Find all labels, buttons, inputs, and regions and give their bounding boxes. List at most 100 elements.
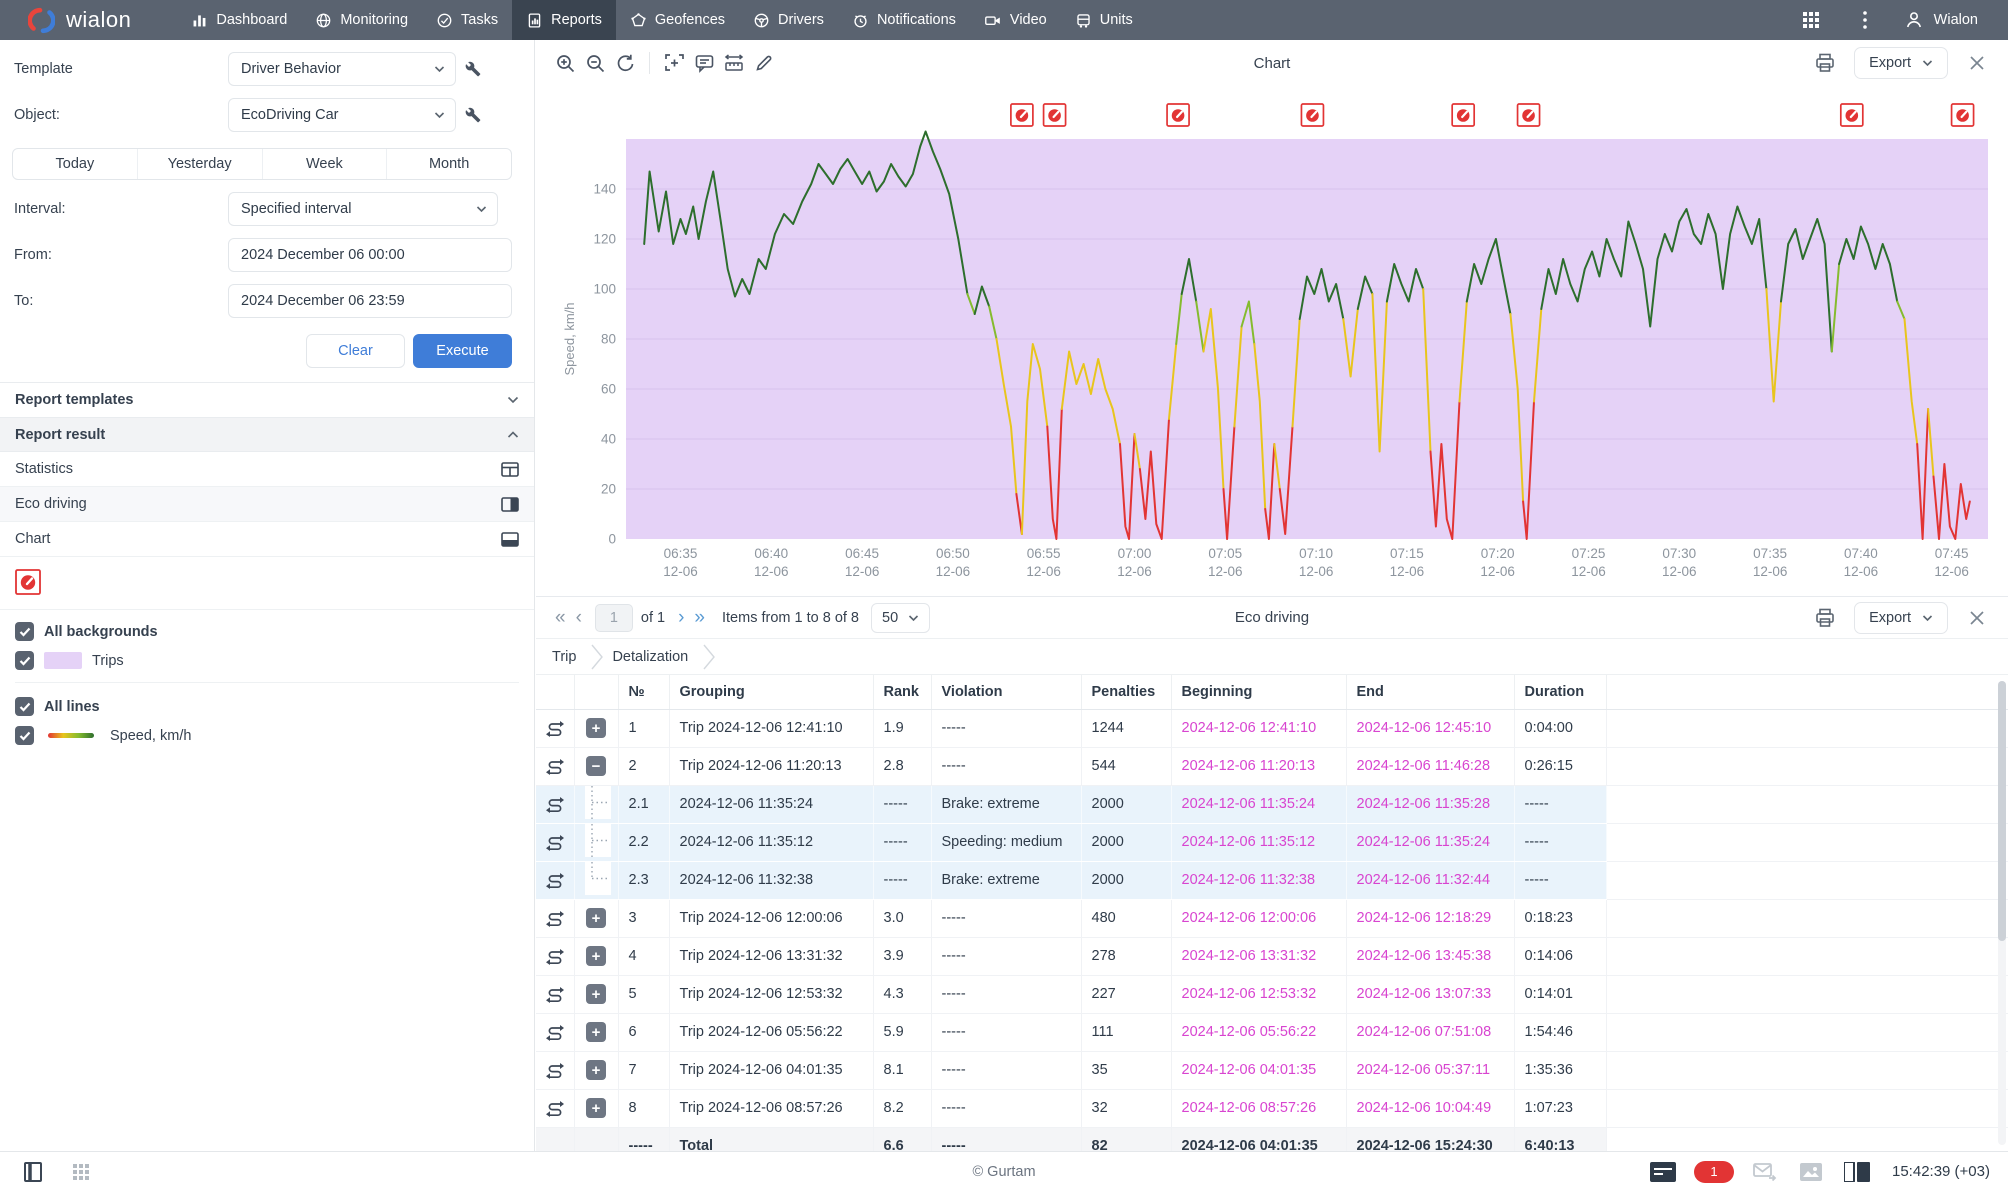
- show-track-icon[interactable]: [546, 872, 564, 889]
- speed-checkbox[interactable]: [15, 726, 34, 745]
- expand-row-button[interactable]: +: [586, 1022, 606, 1042]
- cell-beginning[interactable]: 2024-12-06 13:31:32: [1171, 937, 1347, 976]
- table-subrow[interactable]: 2.1 2024-12-06 11:35:24 ----- Brake: extrem…: [536, 785, 2008, 824]
- template-select[interactable]: Driver Behavior: [228, 52, 456, 86]
- table-row[interactable]: +7 Trip 2024-12-06 04:01:35 8.1 ----- 35 2024…: [536, 1051, 2008, 1090]
- page-input[interactable]: 1: [594, 603, 633, 632]
- media-icon[interactable]: [1796, 1157, 1826, 1187]
- column-header[interactable]: Grouping: [669, 675, 874, 710]
- template-settings-button[interactable]: [456, 52, 490, 86]
- to-input[interactable]: 2024 December 06 23:59: [228, 284, 512, 318]
- fit-selection-icon[interactable]: [659, 48, 689, 78]
- ruler-icon[interactable]: [719, 48, 749, 78]
- table-row[interactable]: +1 Trip 2024-12-06 12:41:10 1.9 ----- 1244 20…: [536, 709, 2008, 748]
- cell-end[interactable]: 2024-12-06 12:18:29: [1346, 899, 1515, 938]
- cell-beginning[interactable]: 2024-12-06 11:35:12: [1171, 823, 1347, 862]
- speed-chart[interactable]: 0 20 40 60 80 100 120 140 Speed, km/h 06:35 12-06 0…: [536, 86, 2008, 595]
- table-row[interactable]: +8 Trip 2024-12-06 08:57:26 8.2 ----- 32 2024…: [536, 1089, 2008, 1128]
- cell-beginning[interactable]: 2024-12-06 11:35:24: [1171, 785, 1347, 824]
- table-subrow[interactable]: 2.2 2024-12-06 11:35:12 ----- Speeding: med…: [536, 823, 2008, 862]
- show-track-icon[interactable]: [546, 834, 564, 851]
- cell-end[interactable]: 2024-12-06 07:51:08: [1346, 1013, 1515, 1052]
- scrollbar-thumb[interactable]: [1998, 681, 2006, 941]
- nav-item-tasks[interactable]: Tasks: [422, 0, 512, 40]
- apps-grid-icon[interactable]: [1796, 5, 1826, 35]
- expand-row-button[interactable]: +: [586, 718, 606, 738]
- column-header[interactable]: Beginning: [1171, 675, 1347, 710]
- nav-item-geofences[interactable]: Geofences: [616, 0, 739, 40]
- object-settings-button[interactable]: [456, 98, 490, 132]
- violation-marker-icon[interactable]: [1839, 103, 1864, 127]
- tooltip-icon[interactable]: [689, 48, 719, 78]
- report-templates-section[interactable]: Report templates: [0, 382, 534, 417]
- breadcrumb-detalization[interactable]: Detalization: [610, 649, 696, 665]
- show-track-icon[interactable]: [546, 720, 564, 737]
- table-row[interactable]: +3 Trip 2024-12-06 12:00:06 3.0 ----- 480 202…: [536, 899, 2008, 938]
- show-track-icon[interactable]: [546, 1100, 564, 1117]
- violation-marker-icon[interactable]: [1451, 103, 1476, 127]
- cell-beginning[interactable]: 2024-12-06 04:01:35: [1171, 1051, 1347, 1090]
- table-close-icon[interactable]: [1962, 603, 1992, 633]
- edit-pencil-icon[interactable]: [749, 48, 779, 78]
- toggle-left-panel-icon[interactable]: [18, 1157, 48, 1187]
- log-console-icon[interactable]: [1648, 1157, 1678, 1187]
- all-lines-checkbox[interactable]: [15, 697, 34, 716]
- expand-row-button[interactable]: +: [586, 946, 606, 966]
- result-item-eco-driving[interactable]: Eco driving: [0, 487, 534, 522]
- print-icon[interactable]: [1810, 603, 1840, 633]
- cell-beginning[interactable]: 2024-12-06 11:32:38: [1171, 861, 1347, 900]
- chart-close-icon[interactable]: [1962, 48, 1992, 78]
- notification-badge[interactable]: 1: [1694, 1160, 1734, 1183]
- user-menu[interactable]: Wialon: [1904, 10, 1978, 30]
- cell-end[interactable]: 2024-12-06 11:46:28: [1346, 747, 1515, 786]
- cell-beginning[interactable]: 2024-12-06 12:00:06: [1171, 899, 1347, 938]
- breadcrumb-trip[interactable]: Trip: [550, 649, 584, 665]
- last-page-button[interactable]: »: [689, 607, 710, 629]
- result-item-statistics[interactable]: Statistics: [0, 452, 534, 487]
- expand-row-button[interactable]: +: [586, 984, 606, 1004]
- cell-beginning[interactable]: 2024-12-06 12:53:32: [1171, 975, 1347, 1014]
- table-row[interactable]: +4 Trip 2024-12-06 13:31:32 3.9 ----- 278 202…: [536, 937, 2008, 976]
- execute-button[interactable]: Execute: [413, 334, 512, 368]
- nav-item-notifications[interactable]: Notifications: [838, 0, 970, 40]
- cell-end[interactable]: 2024-12-06 10:04:49: [1346, 1089, 1515, 1128]
- cell-beginning[interactable]: 2024-12-06 12:41:10: [1171, 709, 1347, 748]
- expand-row-button[interactable]: +: [586, 1060, 606, 1080]
- first-page-button[interactable]: «: [550, 607, 571, 629]
- nav-item-dashboard[interactable]: Dashboard: [177, 0, 301, 40]
- nav-item-reports[interactable]: Reports: [512, 0, 616, 40]
- quick-range-yesterday[interactable]: Yesterday: [138, 149, 263, 179]
- table-row[interactable]: −2 Trip 2024-12-06 11:20:13 2.8 ----- 544 202…: [536, 747, 2008, 786]
- chart-export-button[interactable]: Export: [1854, 47, 1948, 79]
- column-header[interactable]: End: [1346, 675, 1515, 710]
- show-track-icon[interactable]: [546, 1024, 564, 1041]
- nav-item-monitoring[interactable]: Monitoring: [301, 0, 422, 40]
- violation-marker-icon[interactable]: [1166, 103, 1190, 127]
- page-size-select[interactable]: 50: [871, 602, 931, 633]
- violation-marker-icon[interactable]: [1516, 103, 1541, 127]
- column-header[interactable]: Violation: [931, 675, 1082, 710]
- table-row[interactable]: +6 Trip 2024-12-06 05:56:22 5.9 ----- 111 202…: [536, 1013, 2008, 1052]
- from-input[interactable]: 2024 December 06 00:00: [228, 238, 512, 272]
- expand-row-button[interactable]: +: [586, 908, 606, 928]
- zoom-in-icon[interactable]: [550, 48, 580, 78]
- collapse-row-button[interactable]: −: [586, 756, 606, 776]
- messages-icon[interactable]: [1750, 1157, 1780, 1187]
- cell-beginning[interactable]: 2024-12-06 05:56:22: [1171, 1013, 1347, 1052]
- cell-end[interactable]: 2024-12-06 13:45:38: [1346, 937, 1515, 976]
- show-track-icon[interactable]: [546, 758, 564, 775]
- trips-checkbox[interactable]: [15, 651, 34, 670]
- show-track-icon[interactable]: [546, 948, 564, 965]
- violation-marker-icon[interactable]: [1042, 103, 1067, 127]
- cell-end[interactable]: 2024-12-06 12:45:10: [1346, 709, 1515, 748]
- quick-range-month[interactable]: Month: [387, 149, 511, 179]
- bottom-grid-icon[interactable]: [66, 1157, 96, 1187]
- cell-end[interactable]: 2024-12-06 11:35:28: [1346, 785, 1515, 824]
- split-view-icon[interactable]: [1842, 1157, 1872, 1187]
- table-row[interactable]: +5 Trip 2024-12-06 12:53:32 4.3 ----- 227 202…: [536, 975, 2008, 1014]
- all-backgrounds-checkbox[interactable]: [15, 622, 34, 641]
- show-track-icon[interactable]: [546, 796, 564, 813]
- violation-gauge-icon[interactable]: [15, 569, 519, 595]
- show-track-icon[interactable]: [546, 986, 564, 1003]
- cell-end[interactable]: 2024-12-06 05:37:11: [1346, 1051, 1515, 1090]
